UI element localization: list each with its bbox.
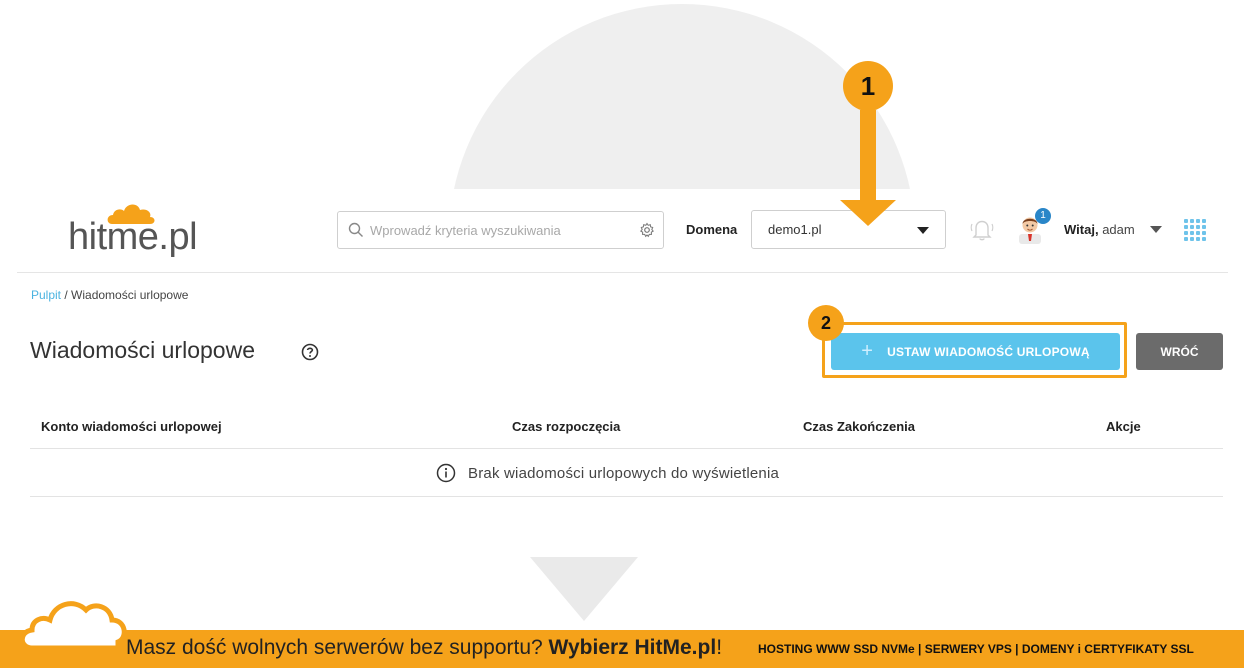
page-title: Wiadomości urlopowe <box>30 337 255 363</box>
step-marker-1: 1 <box>843 61 893 111</box>
search-input[interactable] <box>364 222 639 238</box>
logo-text: hitme.pl <box>68 216 198 258</box>
notification-badge: 1 <box>1035 208 1051 224</box>
header-divider <box>17 272 1228 273</box>
breadcrumb-separator: / <box>61 288 72 302</box>
gear-icon[interactable] <box>639 222 655 238</box>
back-button[interactable]: WRÓĆ <box>1136 333 1223 370</box>
breadcrumb-current: Wiadomości urlopowe <box>71 288 189 302</box>
annotation-arrow-head <box>840 200 896 226</box>
domain-value: demo1.pl <box>768 222 822 237</box>
empty-table-row: Brak wiadomości urlopowych do wyświetlen… <box>436 463 779 483</box>
info-icon <box>436 463 456 483</box>
highlight-box <box>822 322 1127 378</box>
footer-slogan-brand: Wybierz HitMe.pl <box>548 636 717 659</box>
column-header-actions: Akcje <box>1106 419 1141 434</box>
user-menu-chevron-icon[interactable] <box>1150 226 1162 233</box>
username: adam <box>1102 222 1135 237</box>
logo[interactable]: hitme.pl <box>68 200 208 262</box>
user-greeting[interactable]: Witaj, adam <box>1064 222 1135 237</box>
bell-icon[interactable] <box>968 216 996 247</box>
chevron-down-icon <box>917 227 929 234</box>
annotation-arrow-shaft <box>860 110 876 202</box>
column-header-start-time[interactable]: Czas rozpoczęcia <box>512 419 620 434</box>
footer-services: HOSTING WWW SSD NVMe | SERWERY VPS | DOM… <box>758 642 1194 656</box>
footer-slogan: Masz dość wolnych serwerów bez supportu?… <box>126 636 722 660</box>
search-box[interactable] <box>337 211 664 249</box>
step-marker-2: 2 <box>808 305 844 341</box>
greeting-label: Witaj, <box>1064 222 1099 237</box>
table-header-divider <box>30 448 1223 449</box>
breadcrumb-pulpit-link[interactable]: Pulpit <box>31 288 61 302</box>
column-header-account[interactable]: Konto wiadomości urlopowej <box>41 419 222 434</box>
footer-slogan-suffix: ! <box>716 636 723 659</box>
search-icon <box>348 222 364 238</box>
breadcrumb: Pulpit / Wiadomości urlopowe <box>31 288 188 302</box>
avatar[interactable]: 1 <box>1017 208 1051 244</box>
footer-slogan-prefix: Masz dość wolnych serwerów bez supportu? <box>126 636 543 659</box>
apps-grid-icon[interactable] <box>1184 219 1206 241</box>
footer-cloud-icon <box>18 592 130 657</box>
help-icon[interactable] <box>301 343 319 366</box>
table-bottom-divider <box>30 496 1223 497</box>
empty-message: Brak wiadomości urlopowych do wyświetlen… <box>468 464 780 482</box>
column-header-end-time[interactable]: Czas Zakończenia <box>803 419 915 434</box>
background-triangle <box>530 557 638 621</box>
domain-label: Domena <box>686 222 738 237</box>
